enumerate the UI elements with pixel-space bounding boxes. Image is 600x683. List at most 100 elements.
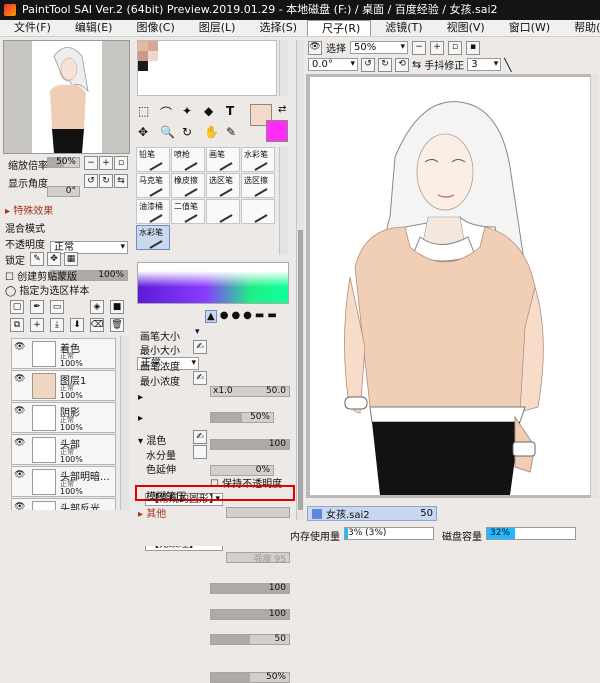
copy-layer-icon[interactable]: ⧉ [10, 318, 24, 332]
tip-small-icon[interactable]: ▬ [267, 310, 276, 323]
canvas-paper[interactable] [310, 77, 590, 495]
density-slider[interactable]: 100 [210, 439, 290, 450]
tool-watercolor-selected[interactable]: 水彩笔 [136, 225, 170, 250]
swatch[interactable] [138, 61, 148, 71]
layer-item[interactable]: 👁 头部反光 [11, 498, 116, 510]
tool-select-pen[interactable]: 选区笔 [206, 173, 240, 198]
layer-item[interactable]: 👁 头部明暗... 正常 100% [11, 466, 116, 497]
canvas-scrollbar-vertical[interactable] [590, 74, 598, 498]
tool-binary-pen[interactable]: 二值笔 [171, 199, 205, 224]
rotate-right-icon[interactable]: ↻ [99, 174, 113, 188]
canvas-actual-icon[interactable]: ▪ [466, 40, 480, 55]
menu-filter[interactable]: 滤镜(T) [371, 20, 432, 36]
swatch[interactable] [148, 41, 158, 51]
tool-scrollbar[interactable] [279, 147, 288, 255]
zoom-tool-icon[interactable]: 🔍 [160, 125, 176, 139]
layer-color-icon[interactable]: ■ [110, 300, 124, 314]
color-swatches[interactable] [137, 40, 277, 96]
tip-round-icon[interactable]: ● [231, 310, 240, 323]
canvas-zoom-select[interactable]: 50% [350, 41, 408, 54]
pressure-icon[interactable]: ✍ [193, 340, 207, 354]
tool-select-eraser[interactable]: 选区擦 [241, 173, 275, 198]
swatch[interactable] [148, 61, 158, 71]
selection-toggle-icon[interactable]: 👁 [308, 40, 322, 55]
swatch[interactable] [138, 41, 148, 51]
other-section[interactable]: ▸ 其他 [138, 505, 166, 520]
canvas-zoom-out-icon[interactable]: − [412, 40, 426, 55]
canvas-fit-icon[interactable]: ▫ [448, 40, 462, 55]
stabilizer-select[interactable]: 3 [467, 58, 502, 71]
menu-ruler[interactable]: 尺子(R) [307, 20, 372, 36]
eyedropper-icon[interactable]: ✎ [226, 125, 242, 139]
tool-blur[interactable] [241, 199, 275, 224]
angle-slider[interactable]: 0° [47, 186, 80, 197]
lock-alpha-icon[interactable]: ▦ [64, 252, 78, 266]
tip-triangle-icon[interactable]: ▲ [205, 310, 217, 323]
menu-window[interactable]: 窗口(W) [495, 20, 560, 36]
new-folder-icon[interactable]: ▭ [50, 300, 64, 314]
canvas-angle-select[interactable]: 0.0° [308, 58, 358, 71]
menu-view[interactable]: 视图(V) [433, 20, 495, 36]
swatch[interactable] [138, 51, 148, 61]
canvas-area[interactable] [306, 74, 598, 498]
rotate-left-icon[interactable]: ↺ [84, 174, 98, 188]
menu-select[interactable]: 选择(S) [245, 20, 307, 36]
canvas-flip-icon[interactable]: ⇆ [412, 58, 421, 71]
lock-pixels-icon[interactable]: ✎ [30, 252, 44, 266]
tip-round-big-icon[interactable]: ● [220, 310, 229, 323]
swatch[interactable] [148, 51, 158, 61]
clip-mask-checkbox[interactable]: ☐ 创建剪贴蒙版 [5, 268, 77, 283]
eye-icon[interactable]: 👁 [14, 374, 25, 384]
merge-down-icon[interactable]: ⬇ [70, 318, 84, 332]
lasso-icon[interactable]: ⌒ [160, 104, 176, 121]
layer-item[interactable]: 👁 着色 正常 100% [11, 338, 116, 369]
tip-round-mid-icon[interactable]: ● [243, 310, 252, 323]
water-checkbox[interactable] [193, 445, 207, 459]
tool-bucket[interactable]: 油漆桶 [136, 199, 170, 224]
pressure-icon[interactable]: ✍ [193, 430, 207, 444]
new-linework-layer-icon[interactable]: ✒ [30, 300, 44, 314]
flip-icon[interactable]: ⇆ [114, 174, 128, 188]
tool-eraser[interactable]: 橡皮擦 [171, 173, 205, 198]
tool-pencil[interactable]: 铅笔 [136, 147, 170, 172]
tool-gradient[interactable] [206, 199, 240, 224]
rotate-icon[interactable]: ↻ [182, 125, 198, 139]
canvas-reset-rotate-icon[interactable]: ⟲ [395, 57, 409, 72]
size-dropdown-icon[interactable]: ▾ [195, 327, 200, 337]
eye-icon[interactable]: 👁 [14, 438, 25, 448]
eye-icon[interactable]: 👁 [14, 342, 25, 352]
canvas-rotate-right-icon[interactable]: ↻ [378, 57, 392, 72]
navigator-preview[interactable] [3, 40, 130, 154]
rect-select-icon[interactable]: ⬚ [138, 104, 154, 121]
layer-item[interactable]: 👁 图层1 正常 100% [11, 370, 116, 401]
eye-icon[interactable]: 👁 [14, 470, 25, 480]
water-slider[interactable]: 100 [210, 609, 290, 620]
eye-icon[interactable]: 👁 [14, 406, 25, 416]
menu-layer[interactable]: 图层(L) [185, 20, 246, 36]
clear-layer-icon[interactable]: ⌫ [90, 318, 104, 332]
move-icon[interactable]: ✥ [138, 125, 154, 139]
document-tab[interactable]: 女孩.sai2 50 [307, 506, 437, 521]
swatch-scrollbar[interactable] [279, 40, 288, 96]
canvas-rotate-left-icon[interactable]: ↺ [361, 57, 375, 72]
layer-item[interactable]: 👁 阴影 正常 100% [11, 402, 116, 433]
zoom-slider[interactable]: 50% [47, 157, 80, 168]
layer-scrollbar[interactable] [120, 336, 129, 510]
menu-file[interactable]: 文件(F) [0, 20, 61, 36]
zoom-in-icon[interactable]: + [99, 156, 113, 170]
layer-item[interactable]: 👁 头部 正常 100% [11, 434, 116, 465]
hand-icon[interactable]: ✋ [204, 125, 220, 139]
canvas-zoom-in-icon[interactable]: + [430, 40, 444, 55]
new-layer-icon[interactable]: ▢ [10, 300, 24, 314]
texture-strength-slider[interactable]: 强度 95 [226, 552, 290, 565]
size-slider[interactable]: x1.0 50.0 [210, 386, 290, 397]
magic-wand-icon[interactable]: ✦ [182, 104, 198, 121]
add-mask-icon[interactable]: + [30, 318, 44, 332]
straight-line-icon[interactable]: ╲ [504, 58, 511, 72]
delete-layer-icon[interactable]: 🗑 [110, 318, 124, 332]
transfer-down-icon[interactable]: ⤓ [50, 318, 64, 332]
extend-slider[interactable]: 50 [210, 634, 290, 645]
tool-airbrush[interactable]: 喷枪 [171, 147, 205, 172]
menu-edit[interactable]: 编辑(E) [61, 20, 123, 36]
shape-strength-slider[interactable] [226, 507, 290, 518]
